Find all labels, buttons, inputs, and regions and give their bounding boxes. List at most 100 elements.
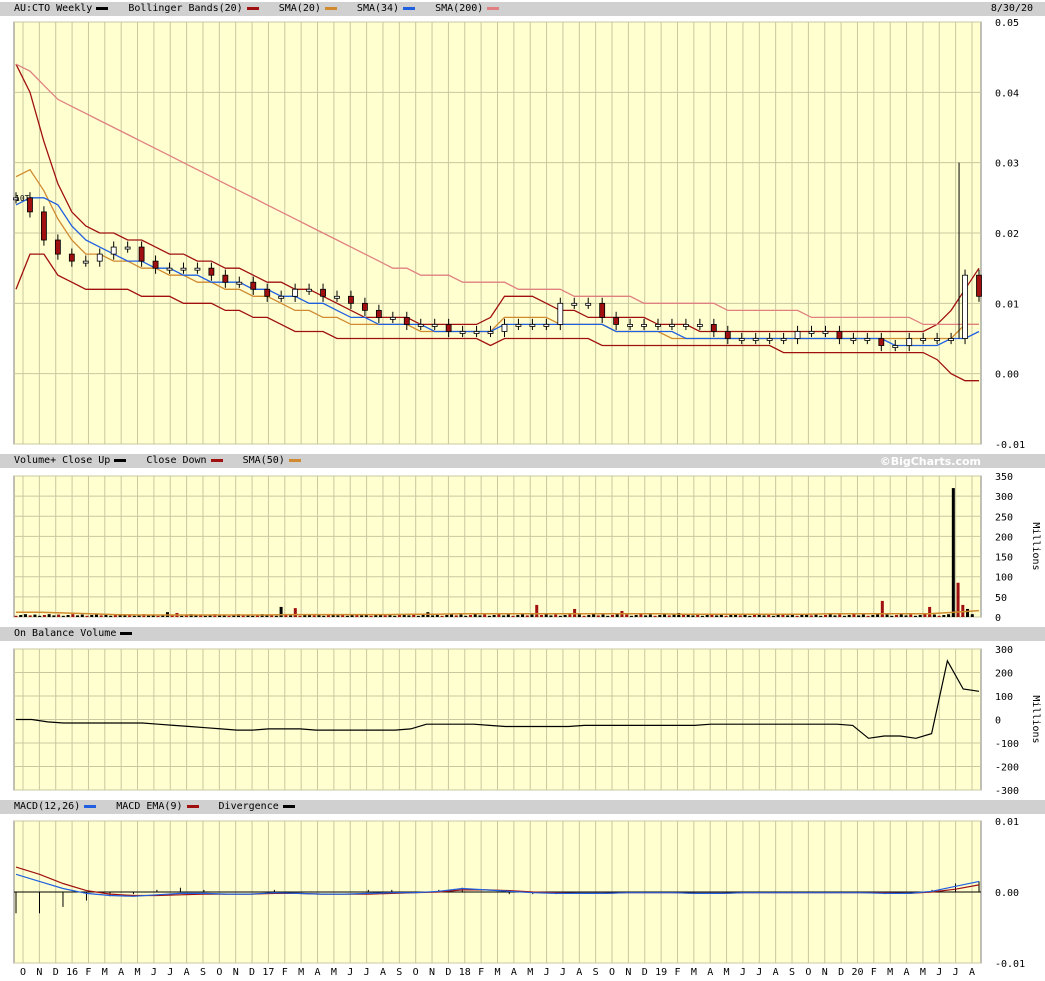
x-axis-label: J [740,967,746,978]
volume-bar [80,614,84,617]
volume-bar [421,614,425,617]
price-candle-body [334,295,340,299]
x-axis-label: F [871,967,877,978]
price-candle-body [68,253,75,262]
price-candle-body [920,338,927,341]
x-axis-label: A [511,967,517,978]
obv-y-tick-label: -300 [995,786,1019,797]
volume-bar [28,615,32,617]
volume-panel: 350 300 250 200 150 100 50 0 Millions [13,472,1041,624]
volume-bar [445,614,449,617]
volume-bar [360,615,364,617]
price-candle-body [362,302,368,311]
volume-bar [478,615,482,617]
volume-bar [738,615,742,617]
volume-bar [336,615,340,617]
volume-bar [322,615,326,617]
price-candle-body [96,253,103,262]
volume-y-tick-label: 200 [995,532,1013,543]
x-axis-label: M [494,967,500,978]
price-candle-body [934,338,941,341]
price-candle-body [808,331,815,334]
x-axis-label: M [691,967,697,978]
volume-bar [819,615,823,617]
volume-bar [57,614,61,617]
volume-bar [502,615,506,617]
volume-bar [487,615,491,617]
volume-bar [483,614,487,617]
x-axis-label: S [396,967,402,978]
price-candle-body [180,267,187,271]
volume-bar [61,615,65,617]
volume-bar [468,614,472,617]
x-axis-label: O [609,967,615,978]
price-candle-body [445,324,452,332]
volume-bar [724,615,728,617]
volume-bar [549,615,553,617]
price-candle-body [655,324,661,327]
volume-bar [629,615,633,617]
volume-bar [672,614,676,617]
x-axis-label: S [200,967,206,978]
price-candle-body [613,316,620,325]
volume-bar [753,614,757,617]
volume-bar [38,615,42,617]
volume-bar [828,614,832,617]
volume-bar [530,614,534,617]
volume-bar [648,614,652,617]
x-axis-label: A [576,967,582,978]
price-candle-body [389,316,396,320]
price-candle-body [236,281,243,285]
volume-bar [383,615,387,617]
price-y-tick-label: -0.01 [995,440,1025,451]
price-candle-body [906,338,913,346]
x-axis-label: J [167,967,173,978]
volume-spike-bar [928,606,932,617]
price-candle-body [459,331,466,334]
volume-spike-bar [573,608,577,617]
volume-bar [852,614,856,617]
price-candle-body [836,331,843,339]
volume-bar [203,615,207,617]
volume-bar [644,615,648,617]
x-axis-label: D [642,967,648,978]
volume-bar [833,615,837,617]
volume-bar [554,614,558,617]
volume-bar [653,615,657,617]
volume-bar [393,615,397,617]
price-panel: 0.05 0.04 0.03 0.02 0.01 0.00 -0.01 [13,18,1025,451]
volume-bar [610,614,614,617]
price-candle-body [166,267,173,271]
x-axis-label: J [756,967,762,978]
volume-bar [497,614,501,617]
volume-bar [440,615,444,617]
volume-bar [681,614,685,617]
volume-bar [516,614,520,617]
volume-bar [639,614,643,617]
price-candle-body [710,324,717,332]
volume-y-tick-label: 0 [995,613,1001,624]
volume-bar [890,615,894,617]
price-candle-body [278,295,285,299]
x-axis-label: M [920,967,926,978]
volume-bar [857,615,861,617]
price-candle-body [571,302,578,306]
price-annotation: 10T [15,194,30,203]
x-axis-label: J [347,967,353,978]
x-axis-label: J [364,967,370,978]
x-axis-label: A [315,967,321,978]
x-axis-label: F [478,967,484,978]
x-axis-label: O [805,967,811,978]
volume-bar [814,614,818,617]
price-candle-body [110,246,117,255]
volume-y-tick-label: 150 [995,553,1013,564]
volume-bar [345,615,349,617]
volume-bar [544,614,548,617]
volume-bar [700,615,704,617]
volume-bar [251,615,255,617]
price-y-tick-label: 0.03 [995,159,1019,170]
price-candle-body [292,288,299,297]
macd-y-tick-label: -0.01 [995,959,1025,970]
volume-bar [970,614,974,617]
x-axis-label: 19 [655,967,667,978]
